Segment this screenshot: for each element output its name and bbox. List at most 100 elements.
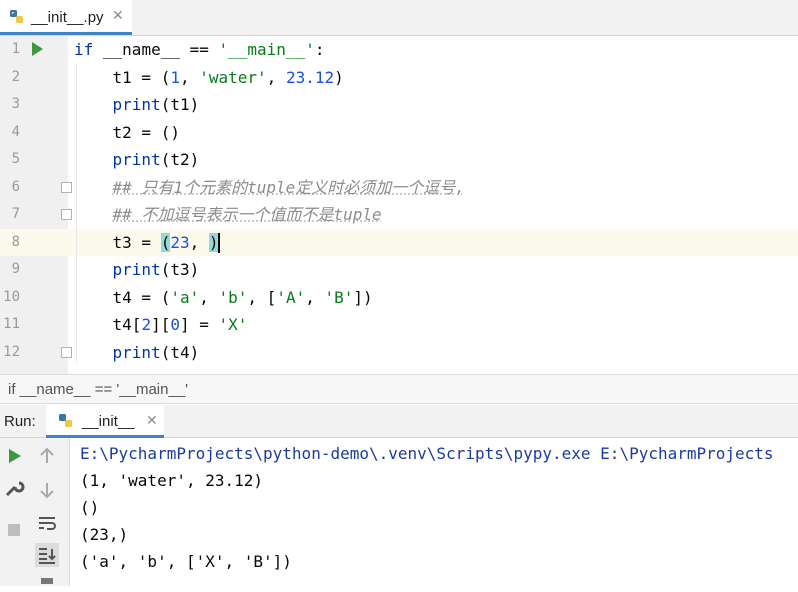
line-number: 10 (3, 288, 20, 305)
code-token: ## 只有1个元素的tuple定义时必须加一个逗号, (112, 177, 465, 197)
code-token: ( (160, 232, 171, 252)
run-label: Run: (4, 413, 36, 430)
run-tab-label: __init__ (82, 413, 135, 430)
code-token: t3 = (74, 232, 161, 252)
stop-icon[interactable] (2, 518, 26, 542)
code-token: 'B' (324, 287, 354, 307)
code-token: 1 (170, 67, 180, 87)
code-token: t2 = () (74, 122, 180, 142)
down-arrow-icon[interactable] (35, 478, 59, 502)
python-file-icon (10, 10, 23, 23)
fold-marker-icon[interactable] (61, 182, 72, 193)
code-token: : (314, 40, 325, 59)
code-token: ## 不加逗号表示一个值而不是tuple (112, 205, 382, 224)
code-token: (t3) (160, 260, 200, 279)
text-caret (217, 233, 220, 253)
code-line: t4[2][0] = 'X' (74, 311, 248, 338)
run-icon[interactable] (2, 444, 26, 468)
code-token: 'A' (276, 287, 306, 307)
run-tab-init[interactable]: __init__ ✕ (46, 405, 164, 438)
line-number: 7 (11, 206, 20, 222)
close-icon[interactable]: ✕ (146, 412, 158, 429)
code-token: print (112, 260, 161, 279)
editor-tab-label: __init__.py (31, 9, 104, 26)
line-number: 8 (11, 233, 20, 250)
code-token: , (266, 67, 286, 87)
code-line: t4 = ('a', 'b', ['A', 'B']) (74, 284, 373, 311)
line-number: 2 (11, 68, 20, 85)
code-token: 'b' (218, 287, 248, 307)
code-token: __name__ == (102, 40, 219, 59)
code-token: (t2) (160, 150, 200, 169)
code-token: if (74, 40, 103, 59)
code-line: print(t4) (74, 339, 200, 366)
code-token: ] = (179, 315, 219, 334)
wrench-icon[interactable] (2, 476, 26, 500)
code-token: 23 (170, 232, 190, 252)
code-line: print(t3) (74, 256, 200, 283)
code-token: ][ (151, 315, 171, 334)
code-token: print (112, 150, 161, 169)
console-output-line: (23,) (80, 525, 129, 544)
breadcrumb-item[interactable]: if __name__ == '__main__' (8, 381, 188, 398)
code-token: (t4) (160, 342, 200, 362)
code-token: print (112, 342, 161, 362)
fold-marker-icon[interactable] (61, 209, 72, 220)
code-token: , (305, 287, 325, 307)
code-token: , (189, 232, 209, 252)
line-number: 4 (11, 123, 20, 140)
code-token: 'water' (199, 67, 267, 87)
code-token: '__main__' (218, 40, 315, 59)
scroll-to-end-icon[interactable] (35, 543, 59, 567)
code-token: 'X' (218, 315, 248, 334)
line-number: 6 (11, 178, 20, 195)
code-token: t1 = ( (74, 67, 171, 87)
code-token: t4 = ( (74, 287, 171, 307)
code-token: 23.12 (285, 67, 335, 87)
editor-tab-bar: __init__.py ✕ (0, 0, 798, 36)
code-editor[interactable]: 1 if __name__ == '__main__': 2 t1 = (1, 'w… (0, 36, 798, 374)
up-arrow-icon[interactable] (35, 444, 59, 468)
code-token: t4[ (74, 315, 142, 334)
console-output-line: (1, 'water', 23.12) (80, 471, 264, 490)
code-line: t3 = (23, ) (74, 229, 220, 256)
code-line: print(t2) (74, 146, 200, 173)
line-number: 3 (11, 96, 20, 112)
close-icon[interactable]: ✕ (112, 7, 124, 24)
console-output-line: ('a', 'b', ['X', 'B']) (80, 552, 292, 571)
code-line: t1 = (1, 'water', 23.12) (74, 64, 344, 91)
code-token: , (179, 67, 200, 87)
run-panel-header: Run: __init__ ✕ (0, 405, 798, 438)
console-toolbar (0, 438, 70, 586)
code-token: ) (334, 67, 344, 87)
code-line: print(t1) (74, 91, 200, 118)
soft-wrap-icon[interactable] (35, 511, 59, 535)
python-run-icon (59, 414, 72, 427)
code-token: print (112, 95, 161, 114)
run-gutter-icon[interactable] (32, 42, 43, 56)
fold-marker-icon[interactable] (61, 347, 72, 358)
line-number: 11 (3, 316, 20, 332)
print-icon[interactable] (35, 568, 59, 592)
line-number: 9 (11, 261, 20, 277)
breadcrumb[interactable]: if __name__ == '__main__' (0, 374, 798, 404)
line-number: 5 (11, 151, 20, 167)
console-output-line: () (80, 498, 100, 517)
code-line: t2 = () (74, 119, 180, 146)
code-token: ]) (353, 287, 373, 307)
code-token: , [ (247, 287, 277, 307)
code-line: ## 只有1个元素的tuple定义时必须加一个逗号, (74, 174, 465, 201)
code-token: , (199, 287, 219, 307)
code-token: 2 (141, 315, 152, 334)
code-line: if __name__ == '__main__': (74, 36, 324, 63)
code-token: 0 (170, 315, 180, 334)
code-line: ## 不加逗号表示一个值而不是tuple (74, 201, 382, 228)
console-output[interactable]: E:\PycharmProjects\python-demo\.venv\Scr… (70, 438, 798, 586)
editor-tab-init-py[interactable]: __init__.py ✕ (0, 0, 132, 35)
